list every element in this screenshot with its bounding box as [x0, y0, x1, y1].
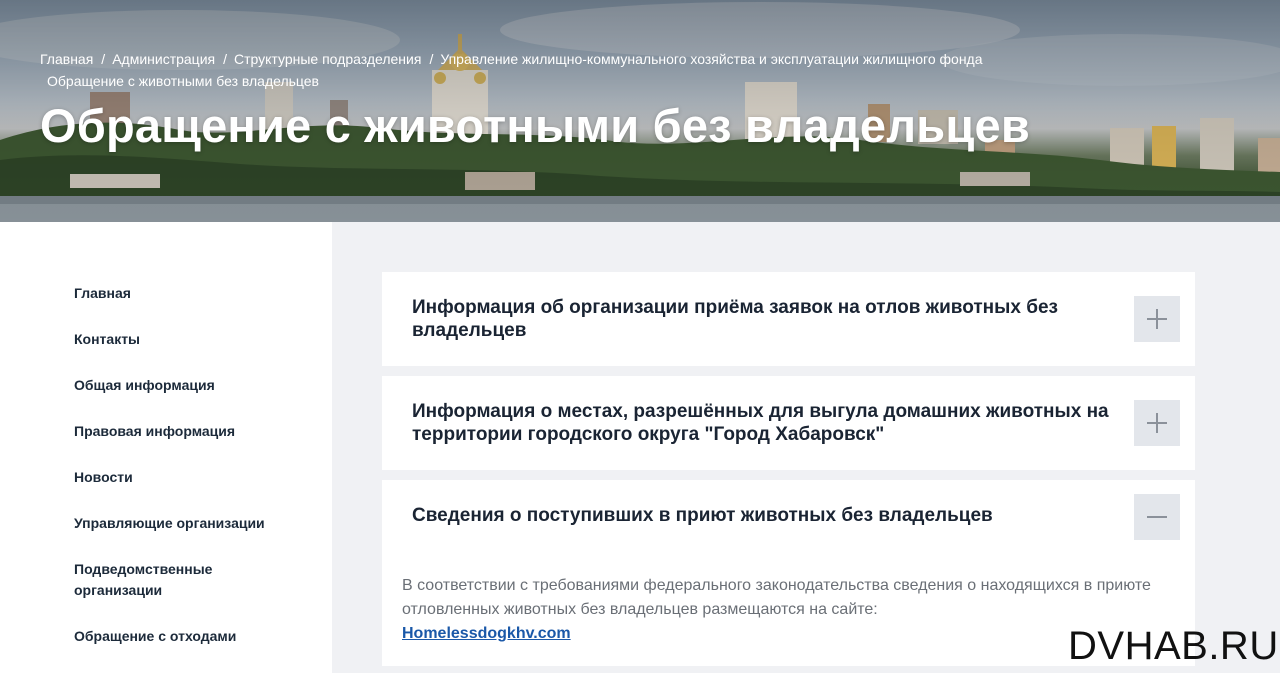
sidebar-item-general-info[interactable]: Общая информация [74, 375, 304, 396]
page-title: Обращение с животными без владельцев [40, 99, 1030, 152]
breadcrumb-link-structural-units[interactable]: Структурные подразделения [234, 51, 421, 67]
sidebar-item-management-companies[interactable]: Управляющие организации [74, 513, 304, 534]
breadcrumb-separator: / [101, 51, 106, 67]
breadcrumb: Главная / Администрация / Структурные подраз… [40, 48, 1040, 92]
accordion-title[interactable]: Информация об организации приёма заявок … [412, 296, 1132, 342]
breadcrumb-separator: / [223, 51, 227, 67]
sidebar-item-subordinate-organizations[interactable]: Подведомственные организации [74, 559, 264, 601]
plus-icon-vertical [1156, 309, 1158, 329]
sidebar-item-contacts[interactable]: Контакты [74, 329, 304, 350]
accordion-body-text: В соответствии с требованиями федерально… [402, 577, 1151, 618]
accordion-item-capture-requests: Информация об организации приёма заявок … [382, 272, 1195, 366]
plus-icon-vertical [1156, 413, 1158, 433]
accordion-item-walking-areas: Информация о местах, разрешённых для выг… [382, 376, 1195, 470]
sidebar-item-waste-management[interactable]: Обращение с отходами [74, 626, 304, 647]
shelter-site-link[interactable]: Homelessdogkhv.com [402, 622, 1162, 646]
breadcrumb-link-administration[interactable]: Администрация [112, 51, 215, 67]
sidebar-item-news[interactable]: Новости [74, 467, 304, 488]
expand-button[interactable] [1134, 400, 1180, 446]
minus-icon [1147, 516, 1167, 518]
breadcrumb-link-home[interactable]: Главная [40, 51, 93, 67]
expand-button[interactable] [1134, 296, 1180, 342]
sidebar-nav: Главная Контакты Общая информация Правов… [0, 222, 332, 673]
sidebar-item-home[interactable]: Главная [74, 283, 304, 304]
hero-banner: Главная / Администрация / Структурные подраз… [0, 0, 1280, 222]
sidebar-item-legal-info[interactable]: Правовая информация [74, 421, 304, 442]
accordion-content: В соответствии с требованиями федерально… [402, 574, 1162, 646]
breadcrumb-separator: / [429, 51, 434, 67]
watermark-text: DVHAB.RU [1068, 624, 1279, 668]
breadcrumb-current: Обращение с животными без владельцев [47, 73, 319, 89]
collapse-button[interactable] [1134, 494, 1180, 540]
accordion-title[interactable]: Информация о местах, разрешённых для выг… [412, 400, 1132, 446]
accordion-title[interactable]: Сведения о поступивших в приют животных … [412, 504, 1132, 527]
breadcrumb-link-housing-department[interactable]: Управление жилищно-коммунального хозяйст… [440, 51, 982, 67]
